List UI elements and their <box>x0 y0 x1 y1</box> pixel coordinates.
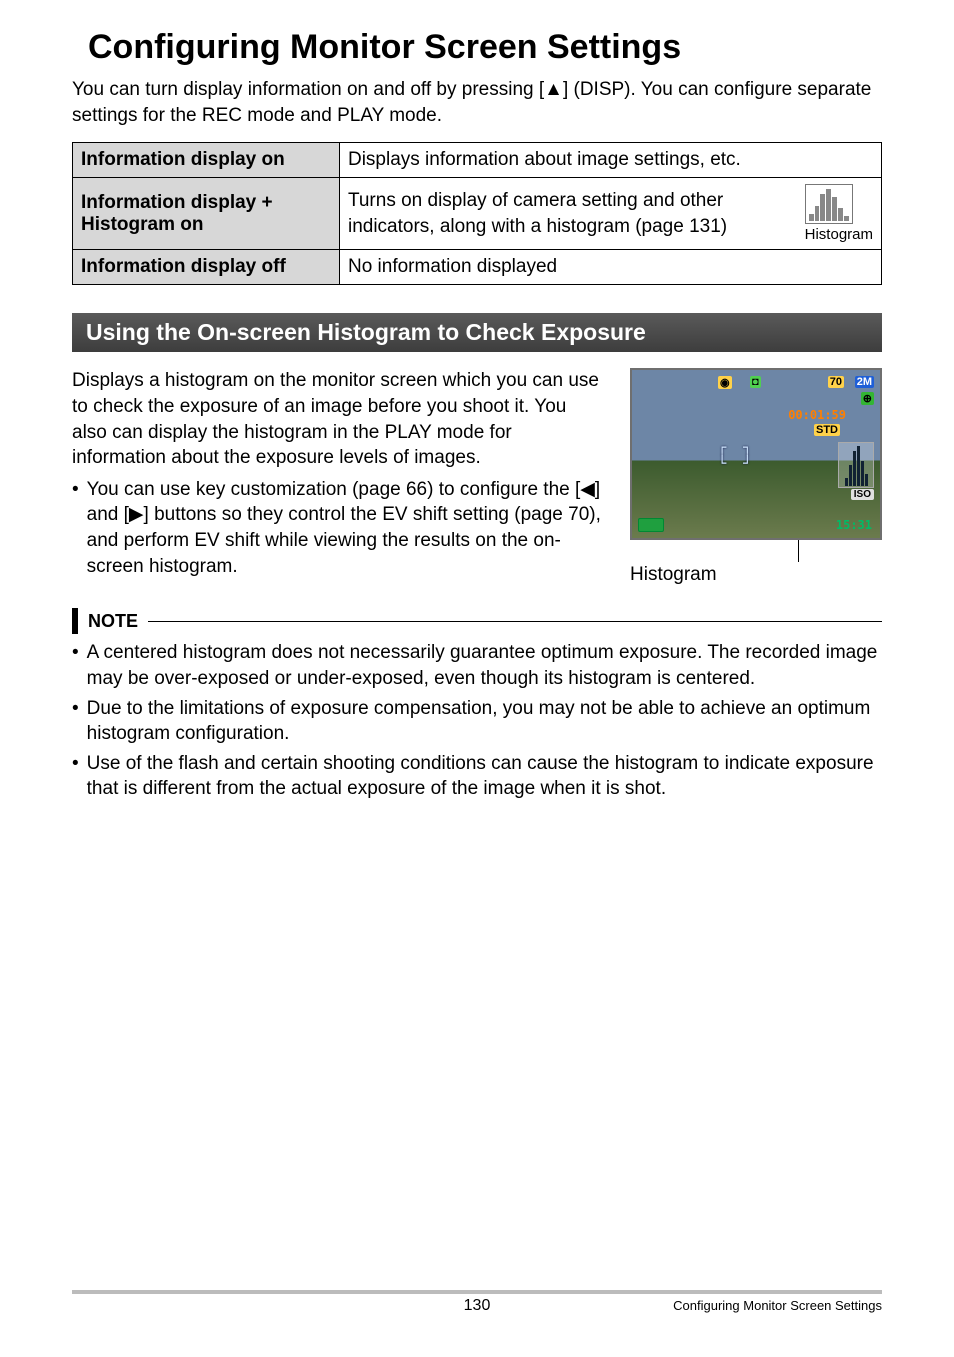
note-text: Use of the flash and certain shooting co… <box>87 751 882 802</box>
histogram-description: Displays a histogram on the monitor scre… <box>72 368 602 586</box>
histogram-thumb-label: Histogram <box>805 226 873 243</box>
intro-text: You can turn display information on and … <box>72 77 882 128</box>
row1-header: Information display on <box>73 143 340 178</box>
row2-header: Information display + Histogram on <box>73 178 340 250</box>
list-item: •A centered histogram does not necessari… <box>72 640 882 691</box>
focus-brackets-icon: ┌ ┐ └ ┘ <box>718 440 752 472</box>
histogram-bullet: • You can use key customization (page 66… <box>72 477 602 580</box>
histogram-para: Displays a histogram on the monitor scre… <box>72 368 602 471</box>
note-heading: NOTE <box>72 608 882 634</box>
right-arrow-icon: ▶ <box>129 504 144 525</box>
rec-time: 00:01:59 <box>786 408 848 422</box>
table-row: Information display + Histogram on Turns… <box>73 178 882 250</box>
note-bar-icon <box>72 608 78 634</box>
row3-header: Information display off <box>73 250 340 285</box>
note-list: •A centered histogram does not necessari… <box>72 640 882 802</box>
row3-desc: No information displayed <box>339 250 881 285</box>
example-screenshot-area: ◉ ◘ 70 2M ⊕ 00:01:59 STD ┌ ┐ └ ┘ ISO 15:… <box>630 368 882 586</box>
bullet-icon: • <box>72 751 79 802</box>
table-row: Information display on Displays informat… <box>73 143 882 178</box>
page-title: Configuring Monitor Screen Settings <box>88 28 882 67</box>
page-footer: 130 Configuring Monitor Screen Settings <box>72 1290 882 1313</box>
bullet-icon: • <box>72 477 79 580</box>
plus-icon: ⊕ <box>861 392 874 405</box>
histogram-thumbnail: Histogram <box>805 184 873 243</box>
callout-line <box>798 540 799 562</box>
bullet-post: ] buttons so they control the EV shift s… <box>87 504 601 576</box>
camera-mode-icon: ◉ <box>718 376 732 389</box>
bullet-icon: • <box>72 696 79 747</box>
metering-icon: ◘ <box>750 376 761 388</box>
shot-count: 70 <box>828 376 844 388</box>
page-number: 130 <box>464 1297 491 1315</box>
row1-desc: Displays information about image setting… <box>339 143 881 178</box>
table-row: Information display off No information d… <box>73 250 882 285</box>
clock-time: 15:31 <box>834 518 874 532</box>
row2-cell: Turns on display of camera setting and o… <box>339 178 881 250</box>
histogram-caption: Histogram <box>630 564 882 586</box>
list-item: •Due to the limitations of exposure comp… <box>72 696 882 747</box>
note-text: Due to the limitations of exposure compe… <box>87 696 882 747</box>
up-arrow-icon: ▲ <box>544 79 563 100</box>
note-text: A centered histogram does not necessaril… <box>87 640 882 691</box>
camera-lcd-preview: ◉ ◘ 70 2M ⊕ 00:01:59 STD ┌ ┐ └ ┘ ISO 15:… <box>630 368 882 540</box>
battery-icon <box>638 518 664 532</box>
histogram-icon <box>805 184 853 224</box>
note-rule <box>148 621 882 622</box>
left-arrow-icon: ◀ <box>580 479 595 500</box>
bullet-pre: You can use key customization (page 66) … <box>87 479 581 500</box>
row2-desc: Turns on display of camera setting and o… <box>348 188 795 239</box>
list-item: •Use of the flash and certain shooting c… <box>72 751 882 802</box>
quality-badge: STD <box>814 424 840 436</box>
note-label: NOTE <box>88 611 138 632</box>
image-size-badge: 2M <box>855 376 874 388</box>
section-heading: Using the On-screen Histogram to Check E… <box>72 313 882 352</box>
iso-badge: ISO <box>851 489 874 500</box>
intro-part1: You can turn display information on and … <box>72 79 544 100</box>
onscreen-histogram-icon <box>838 442 874 488</box>
info-display-table: Information display on Displays informat… <box>72 142 882 285</box>
bullet-icon: • <box>72 640 79 691</box>
footer-section: Configuring Monitor Screen Settings <box>673 1298 882 1313</box>
